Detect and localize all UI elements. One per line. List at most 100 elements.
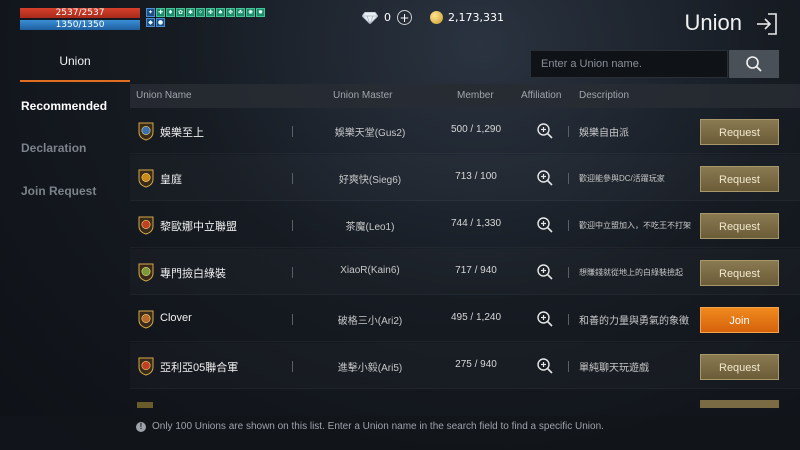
- table-row[interactable]: 娛樂至上 娛樂天堂(Gus2) 500 / 1,290 娛樂自由派 Reques…: [130, 108, 800, 154]
- request-button[interactable]: Request: [700, 213, 779, 239]
- window-title: Union: [684, 10, 742, 35]
- union-name: 皇庭: [160, 174, 182, 186]
- hp-bar: 2537/2537: [20, 8, 140, 18]
- request-button[interactable]: Request: [700, 354, 779, 380]
- column-divider: [292, 220, 293, 231]
- buff-icons: ✦ ✚ ♦ ✿ ✱ ✧ ✤ ♠ ✥ ☘ ✺ ✹ ◆ ●: [146, 8, 266, 27]
- table-header: Union Name Union Master Member Affiliati…: [130, 84, 800, 108]
- union-emblem-icon: [137, 402, 153, 408]
- column-divider: [568, 220, 569, 231]
- union-master: 破格三小(Ari2): [337, 316, 403, 327]
- header-union-master: Union Master: [333, 90, 393, 101]
- buff-icon: ✤: [206, 8, 215, 17]
- column-divider: [568, 361, 569, 372]
- join-button[interactable]: Join: [700, 307, 779, 333]
- zoom-in-icon[interactable]: [535, 356, 555, 376]
- request-button[interactable]: Request: [700, 260, 779, 286]
- column-divider: [568, 126, 569, 137]
- union-description: 歡迎能參與DC/活躍玩家: [579, 174, 665, 183]
- zoom-in-icon[interactable]: [535, 215, 555, 235]
- union-emblem-icon: [138, 216, 154, 235]
- sidebar-item-recommended[interactable]: Recommended: [21, 99, 107, 113]
- currency-display: 0 + 2,173,331: [362, 10, 504, 25]
- buff-icon: ♦: [166, 8, 175, 17]
- buff-icon: ✦: [146, 8, 155, 17]
- union-description: 單純聊天玩遊戲: [579, 363, 649, 374]
- request-button[interactable]: Request: [700, 119, 779, 145]
- info-icon: !: [136, 421, 146, 432]
- union-emblem-icon: [138, 169, 154, 188]
- union-name: 黎歐娜中立聯盟: [160, 221, 237, 233]
- buff-icon: ✿: [176, 8, 185, 17]
- column-divider: [292, 173, 293, 184]
- add-diamond-button[interactable]: +: [397, 10, 412, 25]
- union-search-input[interactable]: [530, 50, 728, 78]
- union-master: 茶魔(Leo1): [345, 222, 395, 233]
- union-master: 好爽快(Sieg6): [338, 175, 402, 186]
- status-bars: 2537/2537 1350/1350: [20, 8, 140, 32]
- header-description: Description: [579, 90, 630, 101]
- union-name: Clover: [160, 312, 192, 324]
- buff-icon: ◆: [146, 18, 155, 27]
- member-count: 744 / 1,330: [450, 218, 502, 229]
- sidebar-item-declaration[interactable]: Declaration: [21, 141, 86, 155]
- member-count: 495 / 1,240: [450, 312, 502, 323]
- list-notice: ! Only 100 Unions are shown on this list…: [136, 421, 604, 432]
- union-description: 和善的力量與勇氣的象徵: [579, 316, 689, 327]
- header-union-name: Union Name: [136, 90, 192, 101]
- union-emblem-icon: [138, 310, 154, 329]
- member-count: 500 / 1,290: [450, 124, 502, 135]
- header-member: Member: [457, 90, 494, 101]
- union-description: 娛樂自由派: [579, 128, 629, 139]
- column-divider: [292, 361, 293, 372]
- buff-icon: ✧: [196, 8, 205, 17]
- union-description: 想賺錢就從地上的白綠裝撿起: [579, 268, 683, 277]
- exit-icon[interactable]: [754, 12, 778, 36]
- tab-active-indicator: [20, 80, 130, 82]
- gold-coin-icon: [430, 11, 443, 24]
- column-divider: [568, 173, 569, 184]
- union-description: 歡迎中立盟加入，不吃王不打架: [579, 221, 691, 230]
- member-count: 275 / 940: [455, 359, 497, 370]
- union-emblem-icon: [138, 263, 154, 282]
- mp-bar: 1350/1350: [20, 20, 140, 30]
- gold-count: 2,173,331: [448, 11, 504, 24]
- table-row[interactable]: 專門撿白綠裝 XiaoR(Kain6) 717 / 940 想賺錢就從地上的白綠…: [130, 249, 800, 295]
- sidebar-item-join-request[interactable]: Join Request: [21, 184, 96, 198]
- union-name: 亞利亞05聯合軍: [160, 362, 239, 374]
- zoom-in-icon[interactable]: [535, 121, 555, 141]
- zoom-in-icon[interactable]: [535, 262, 555, 282]
- column-divider: [292, 314, 293, 325]
- buff-icon: ✱: [186, 8, 195, 17]
- diamond-icon: [362, 11, 378, 24]
- union-emblem-icon: [138, 357, 154, 376]
- search-icon: [746, 56, 762, 72]
- table-row[interactable]: Clover 破格三小(Ari2) 495 / 1,240 和善的力量與勇氣的象…: [130, 296, 800, 342]
- search-button[interactable]: [729, 50, 779, 78]
- buff-icon: ✚: [156, 8, 165, 17]
- buff-icon: ♠: [216, 8, 225, 17]
- header-affiliation: Affiliation: [521, 90, 562, 101]
- request-button[interactable]: [700, 400, 779, 408]
- union-emblem-icon: [138, 122, 154, 141]
- union-table: Union Name Union Master Member Affiliati…: [130, 84, 800, 414]
- zoom-in-icon[interactable]: [535, 309, 555, 329]
- table-row[interactable]: 黎歐娜中立聯盟 茶魔(Leo1) 744 / 1,330 歡迎中立盟加入，不吃王…: [130, 202, 800, 248]
- request-button[interactable]: Request: [700, 166, 779, 192]
- union-master: 娛樂天堂(Gus2): [334, 128, 406, 139]
- buff-icon: ✥: [226, 8, 235, 17]
- zoom-in-icon[interactable]: [535, 168, 555, 188]
- union-master: XiaoR(Kain6): [340, 265, 400, 276]
- table-row[interactable]: 亞利亞05聯合軍 進擊小毅(Ari5) 275 / 940 單純聊天玩遊戲 Re…: [130, 343, 800, 389]
- union-master: 進擊小毅(Ari5): [337, 363, 403, 374]
- column-divider: [292, 126, 293, 137]
- table-row[interactable]: 皇庭 好爽快(Sieg6) 713 / 100 歡迎能參與DC/活躍玩家 Req…: [130, 155, 800, 201]
- union-name: 娛樂至上: [160, 127, 204, 139]
- column-divider: [292, 267, 293, 278]
- union-name: 專門撿白綠裝: [160, 268, 226, 280]
- member-count: 713 / 100: [455, 171, 497, 182]
- buff-icon: ✹: [256, 8, 265, 17]
- tab-union[interactable]: Union: [20, 54, 130, 82]
- column-divider: [568, 314, 569, 325]
- column-divider: [568, 267, 569, 278]
